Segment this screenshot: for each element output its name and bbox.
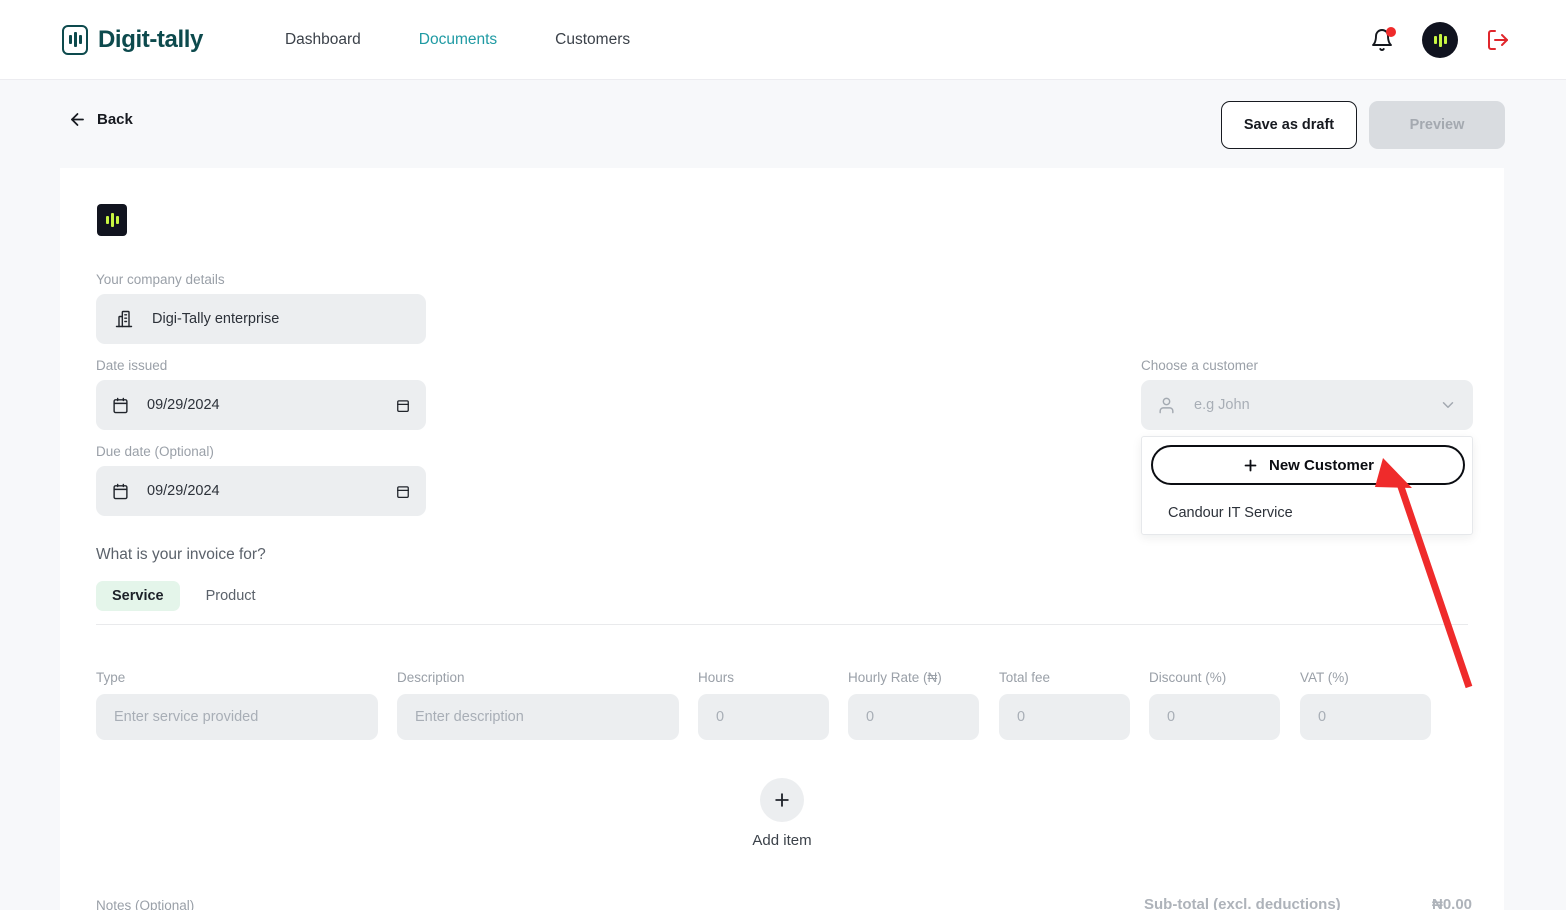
chevron-down-icon[interactable] [1439,396,1457,414]
input-discount[interactable]: 0 [1149,694,1280,740]
brand-name: Digit-tally [98,25,203,53]
section-divider [96,624,1468,625]
company-name-value: Digi-Tally enterprise [152,311,280,327]
add-item-label: Add item [752,832,812,849]
column-header-discount: Discount (%) [1149,670,1227,685]
date-issued-field[interactable]: 09/29/2024 [96,380,426,430]
input-type-placeholder: Enter service provided [114,709,259,725]
input-hours-placeholder: 0 [716,709,725,725]
input-description[interactable]: Enter description [397,694,679,740]
input-vat-placeholder: 0 [1318,709,1327,725]
invoice-form-card: Your company details Digi-Tally enterpri… [60,168,1504,910]
date-issued-label: Date issued [96,358,168,373]
digit-tally-logo-icon [62,24,88,55]
page-root: Digit-tally Dashboard Documents Customer… [0,0,1566,910]
date-issued-picker-icon[interactable] [396,398,410,413]
building-icon [114,309,134,329]
logout-icon[interactable] [1486,28,1510,52]
column-header-vat: VAT (%) [1300,670,1349,685]
user-avatar[interactable] [1422,22,1458,58]
input-total-fee-placeholder: 0 [1017,709,1026,725]
customer-placeholder: e.g John [1194,397,1250,413]
column-header-type: Type [96,670,126,685]
back-label: Back [97,111,133,128]
invoice-type-product[interactable]: Product [190,581,272,611]
add-item-button[interactable] [760,778,804,822]
person-icon [1157,396,1176,415]
arrow-left-icon [71,113,84,126]
input-hourly-rate[interactable]: 0 [848,694,979,740]
company-details-field[interactable]: Digi-Tally enterprise [96,294,426,344]
customer-dropdown-menu: New Customer Candour IT Service [1141,436,1473,535]
column-header-description: Description [397,670,465,685]
preview-button[interactable]: Preview [1369,101,1505,149]
subtotal-label: Sub-total (excl. deductions) [1144,896,1341,910]
input-discount-placeholder: 0 [1167,709,1176,725]
column-header-total-fee: Total fee [999,670,1051,685]
invoice-for-question: What is your invoice for? [96,546,266,563]
date-issued-value: 09/29/2024 [147,397,220,413]
input-total-fee[interactable]: 0 [999,694,1130,740]
brand-logo[interactable]: Digit-tally [62,24,203,55]
column-header-hours: Hours [698,670,735,685]
input-vat[interactable]: 0 [1300,694,1431,740]
input-hours[interactable]: 0 [698,694,829,740]
nav-links: Dashboard Documents Customers [285,31,630,49]
subtotal-value: ₦0.00 [1432,896,1473,910]
nav-link-dashboard[interactable]: Dashboard [285,31,361,49]
customer-option-candour-it-service[interactable]: Candour IT Service [1142,495,1474,531]
navbar-actions [1370,0,1510,80]
due-date-field[interactable]: 09/29/2024 [96,466,426,516]
column-header-hourly-rate: Hourly Rate (₦) [848,670,942,685]
nav-link-documents[interactable]: Documents [419,31,497,49]
new-customer-button[interactable]: New Customer [1151,445,1465,485]
company-details-label: Your company details [96,272,225,287]
due-date-value: 09/29/2024 [147,483,220,499]
notification-badge-dot [1386,27,1396,37]
calendar-icon [112,397,129,414]
plus-icon [1244,459,1257,471]
plus-icon [775,793,789,807]
top-navbar: Digit-tally Dashboard Documents Customer… [0,0,1566,80]
notifications-button[interactable] [1370,27,1396,52]
back-button[interactable]: Back [68,110,133,129]
input-type[interactable]: Enter service provided [96,694,378,740]
new-customer-label: New Customer [1268,456,1375,474]
invoice-type-toggle: Service Product [96,581,272,611]
invoice-type-service[interactable]: Service [96,581,180,611]
choose-customer-label: Choose a customer [1141,358,1259,373]
customer-select-field[interactable]: e.g John [1141,380,1473,430]
notes-label: Notes (Optional) [96,898,195,910]
add-item-control: Add item [60,778,1504,849]
due-date-picker-icon[interactable] [396,484,410,499]
due-date-label: Due date (Optional) [96,444,214,459]
calendar-icon [112,483,129,500]
digit-tally-square-logo [97,204,127,236]
nav-link-customers[interactable]: Customers [555,31,630,49]
input-hourly-rate-placeholder: 0 [866,709,875,725]
input-description-placeholder: Enter description [415,709,524,725]
save-as-draft-button[interactable]: Save as draft [1221,101,1357,149]
